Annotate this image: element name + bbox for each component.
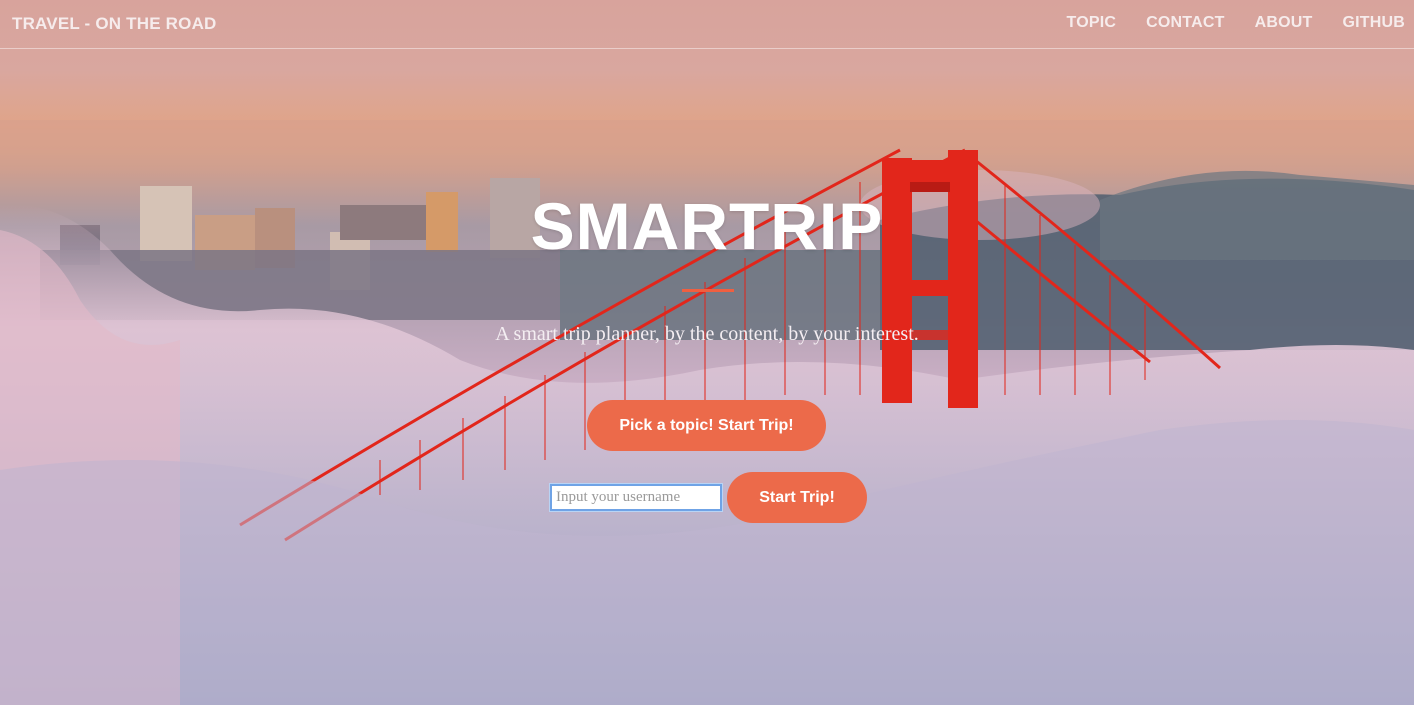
start-trip-button[interactable]: Start Trip! (727, 472, 867, 523)
nav-link-about[interactable]: ABOUT (1255, 14, 1313, 32)
pick-topic-button[interactable]: Pick a topic! Start Trip! (587, 400, 826, 451)
title-divider (682, 289, 734, 292)
brand-link[interactable]: TRAVEL - ON THE ROAD (12, 14, 217, 34)
nav-link-topic[interactable]: TOPIC (1067, 14, 1117, 32)
nav-link-contact[interactable]: CONTACT (1146, 14, 1224, 32)
username-input[interactable] (549, 483, 723, 512)
hero-subtitle: A smart trip planner, by the content, by… (495, 323, 919, 345)
hero-title: SMARTRIP (530, 189, 884, 263)
background-image (0, 120, 1414, 705)
hero-section: TRAVEL - ON THE ROAD TOPIC CONTACT ABOUT… (0, 0, 1414, 705)
nav-links: TOPIC CONTACT ABOUT GITHUB (1067, 14, 1405, 32)
navbar: TRAVEL - ON THE ROAD TOPIC CONTACT ABOUT… (0, 0, 1414, 49)
nav-link-github[interactable]: GITHUB (1342, 14, 1405, 32)
